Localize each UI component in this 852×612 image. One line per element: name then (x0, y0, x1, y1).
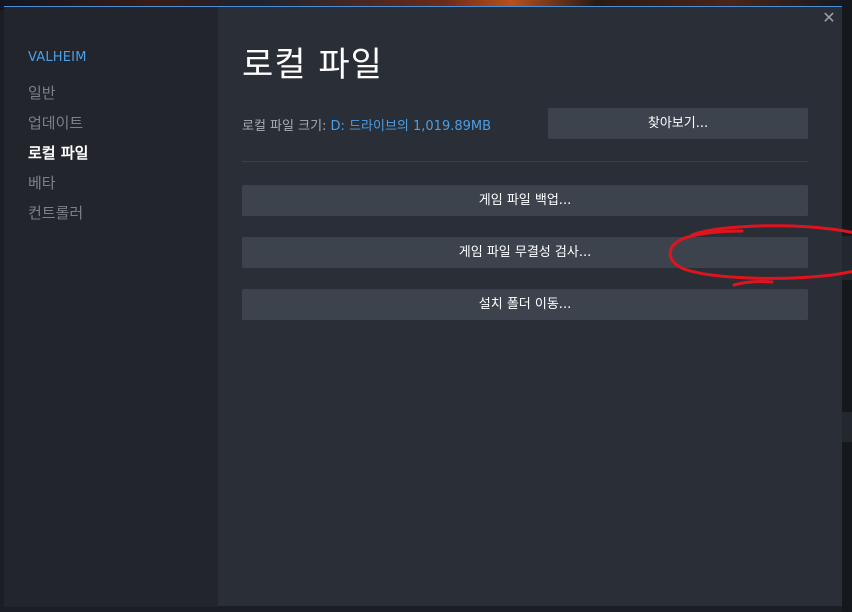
browse-button[interactable]: 찾아보기... (548, 108, 808, 139)
local-file-size-row: 로컬 파일 크기: D: 드라이브의 1,019.89MB (242, 115, 491, 134)
screen: VALHEIM 일반 업데이트 로컬 파일 베타 컨트롤러 ✕ 로컬 파일 로컬… (0, 0, 852, 612)
sidebar-nav: 일반 업데이트 로컬 파일 베타 컨트롤러 (28, 83, 88, 233)
background-band (842, 412, 852, 442)
backup-game-files-button[interactable]: 게임 파일 백업... (242, 185, 808, 216)
background-window-edge (842, 0, 852, 612)
sidebar-item-controller[interactable]: 컨트롤러 (28, 203, 88, 233)
sidebar-item-local-files[interactable]: 로컬 파일 (28, 143, 88, 173)
properties-dialog: VALHEIM 일반 업데이트 로컬 파일 베타 컨트롤러 ✕ 로컬 파일 로컬… (4, 6, 852, 607)
sidebar-item-general[interactable]: 일반 (28, 83, 88, 113)
close-icon[interactable]: ✕ (822, 10, 836, 26)
game-title: VALHEIM (28, 50, 87, 65)
sidebar-item-betas[interactable]: 베타 (28, 173, 88, 203)
local-file-size-value: D: 드라이브의 1,019.89MB (330, 119, 492, 134)
move-install-folder-button[interactable]: 설치 폴더 이동... (242, 289, 808, 320)
local-file-size-label: 로컬 파일 크기: (242, 119, 327, 134)
sidebar: VALHEIM 일반 업데이트 로컬 파일 베타 컨트롤러 (4, 7, 218, 607)
sidebar-item-updates[interactable]: 업데이트 (28, 113, 88, 143)
background-band (842, 236, 852, 280)
page-title: 로컬 파일 (242, 45, 383, 85)
divider (242, 161, 808, 162)
verify-integrity-button[interactable]: 게임 파일 무결성 검사... (242, 237, 808, 268)
